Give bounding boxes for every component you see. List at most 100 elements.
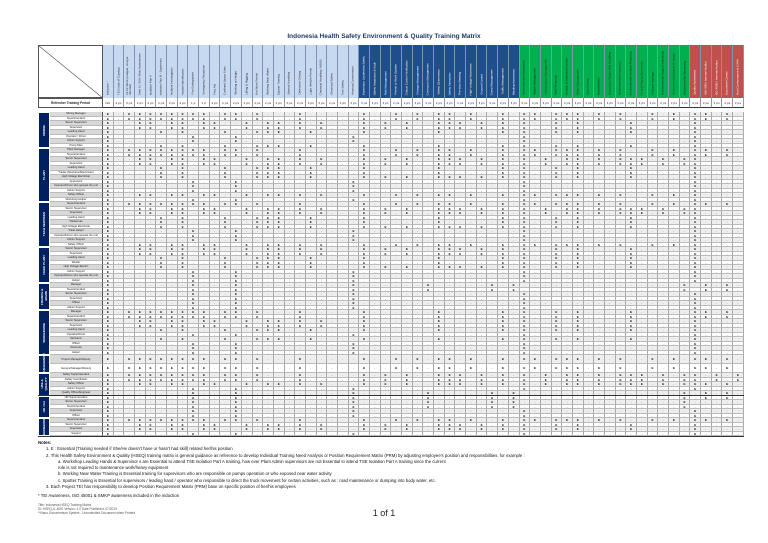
refresher-period-cell: 2 yrs xyxy=(391,98,403,108)
column-header-label: Traffic Management xyxy=(501,68,504,95)
column-header-label: Environmental Inspection xyxy=(619,61,622,95)
column-header: Environmental Incident Reporting xyxy=(626,45,637,98)
refresher-period-cell: 1 yr xyxy=(199,98,210,108)
group-divider xyxy=(38,435,744,437)
column-header-label: Waste Management xyxy=(533,68,536,95)
column-header: High Voltage Awareness xyxy=(466,45,477,98)
matrix-cell: - xyxy=(263,355,274,364)
column-header-label: Induction * xyxy=(106,81,109,95)
column-header: First Aid xyxy=(209,45,221,98)
refresher-period-cell: 3 yrs xyxy=(284,98,296,108)
matrix-cell: - xyxy=(455,355,467,364)
column-header-label: Fit for Work (Fatigue, Drug & Alcohol) xyxy=(126,47,132,95)
note-item: 3. Each Project TEI has responsibility t… xyxy=(38,484,525,490)
matrix-cell: E xyxy=(359,355,370,364)
column-header: Quality Awareness xyxy=(690,45,702,98)
column-header-label: Spill Response xyxy=(555,75,558,95)
refresher-period-cell: 3 yrs xyxy=(124,98,136,108)
column-header-label: Environmental Legal Compliance xyxy=(662,51,665,95)
column-header: Environmental Legal Compliance xyxy=(658,45,670,98)
matrix-cell: E xyxy=(594,355,605,364)
group-label: PLANT xyxy=(38,148,50,202)
matrix-cell: - xyxy=(348,355,360,364)
matrix-cell: E xyxy=(177,355,189,364)
column-header-label: Working Near Water xyxy=(266,68,269,95)
refresher-period-cell: 3 yrs xyxy=(519,98,531,108)
matrix-cell: - xyxy=(380,355,392,364)
matrix-cell: - xyxy=(476,355,488,364)
column-header: Dump Management xyxy=(487,45,499,98)
column-header: Lifting & Rigging xyxy=(241,45,253,98)
group-label: WAREHOUSE xyxy=(38,310,50,355)
refresher-period-cell: 3 yrs xyxy=(669,98,680,108)
refresher-period-cell: 2 yrs xyxy=(220,98,232,108)
matrix-cell: - xyxy=(508,355,520,364)
column-header-label: First Aid xyxy=(213,84,216,95)
refresher-period-cell: 2 yrs xyxy=(434,98,445,108)
refresher-period-cell: 3 yrs xyxy=(701,98,712,108)
column-header: Electrical Safety xyxy=(327,45,338,98)
refresher-period-cell: 3 yrs xyxy=(733,98,744,108)
refresher-period-cell: 2 yrs xyxy=(466,98,477,108)
column-header-label: Flora & Fauna Awareness xyxy=(640,61,643,95)
group-label-text: ENGINEERING xyxy=(42,417,46,438)
refresher-period-cell: 3 yrs xyxy=(530,98,541,108)
matrix-cell: E xyxy=(124,355,136,364)
refresher-period-cell: 2 yrs xyxy=(231,98,242,108)
column-header-label: Working at Height xyxy=(234,71,237,95)
matrix-cell: - xyxy=(658,355,670,364)
matrix-cell: - xyxy=(113,355,125,364)
matrix-cell: E xyxy=(391,355,403,364)
column-header-label: Water Management xyxy=(576,69,579,95)
refresher-period-cell: 3 yrs xyxy=(711,98,723,108)
column-header: Working at Height xyxy=(231,45,242,98)
refresher-period-cell: 3 yrs xyxy=(637,98,648,108)
column-header: Environmental Inspection xyxy=(615,45,627,98)
column-header-label: Hearing Conservation xyxy=(352,66,355,95)
column-header: Permit to Work System xyxy=(391,45,403,98)
matrix-cell: E xyxy=(167,355,178,364)
matrix-cell: E xyxy=(145,355,157,364)
refresher-period-cell: 3 yrs xyxy=(177,98,189,108)
column-header: Hearing Conservation xyxy=(348,45,360,98)
refresher-period-cell: 3 yrs xyxy=(594,98,605,108)
column-header-label: Chemical Handling / MSDS xyxy=(320,59,323,95)
refresher-period-cell: 3 yrs xyxy=(508,98,520,108)
note-item: 2. This Health Safety Environment & Qual… xyxy=(38,453,525,459)
group-label: MANAGEMENT xyxy=(38,353,50,375)
refresher-period-cell: 3 yrs xyxy=(647,98,659,108)
refresher-period-cell: 3 yrs xyxy=(295,98,306,108)
matrix-cell: - xyxy=(423,355,435,364)
notes-section: Notes: 1. E : Essential (Training needed… xyxy=(38,440,525,500)
column-header-label: Environmental Monitoring xyxy=(683,61,686,95)
column-header-label: Dump Management xyxy=(491,69,494,95)
matrix-cell: - xyxy=(540,355,552,364)
matrix-cell: - xyxy=(284,355,296,364)
matrix-cell: E xyxy=(444,355,456,364)
matrix-cell: - xyxy=(209,355,221,364)
refresher-period-cell: 2 yrs xyxy=(252,98,264,108)
column-header-label: Light Vehicle Permit xyxy=(309,68,312,95)
row-label: Project Manager/Deputy xyxy=(50,355,103,364)
refresher-period-label: Refresher Training Period xyxy=(38,98,103,108)
refresher-period-cell: 3 yrs xyxy=(604,98,616,108)
refresher-period-cell: 3 yrs xyxy=(370,98,381,108)
refresher-period-cell: 3 yrs xyxy=(487,98,499,108)
matrix-cell: E xyxy=(135,355,146,364)
column-header: Document Control xyxy=(722,45,734,98)
refresher-period-cell: 3 yrs xyxy=(380,98,392,108)
column-header-label: Risk Management xyxy=(384,71,387,95)
refresher-period-cell: 2 yrs xyxy=(156,98,168,108)
matrix-cell: E xyxy=(562,355,573,364)
column-header-label: Incident Investigation xyxy=(170,67,173,95)
group-label: HSE & QUALITY xyxy=(38,373,50,396)
matrix-cell: E xyxy=(188,355,200,364)
column-header: Environmental Monitoring xyxy=(679,45,691,98)
matrix-cell: E xyxy=(252,355,264,364)
column-header: ISO 45001 Internal Auditor xyxy=(711,45,723,98)
column-header-label: Isolation Part B - Supervisor xyxy=(160,58,163,95)
column-header: Spotter Training xyxy=(273,45,285,98)
column-header: Confined Space Entry xyxy=(220,45,232,98)
matrix-cell: - xyxy=(370,355,381,364)
refresher-period-cell: 3 yrs xyxy=(658,98,670,108)
